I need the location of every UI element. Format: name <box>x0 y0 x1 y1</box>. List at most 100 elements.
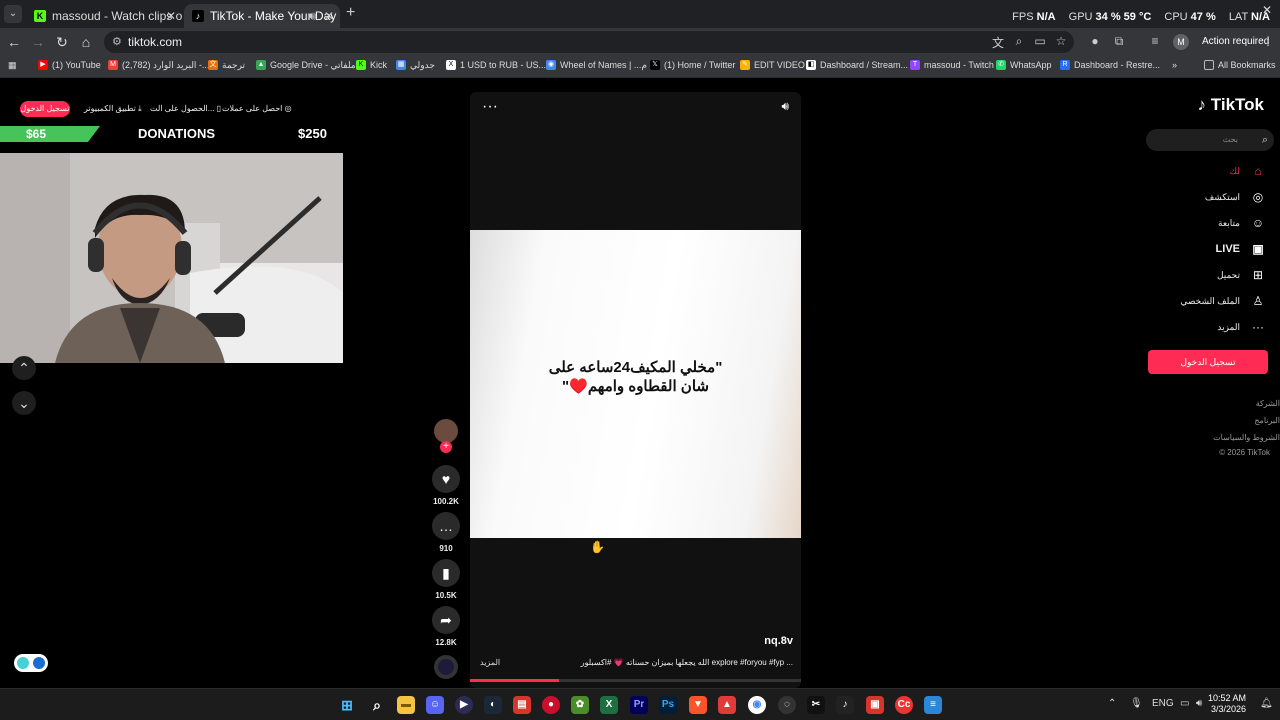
bookmark-item[interactable]: ✆ WhatsApp <box>996 60 1052 70</box>
creator-avatar[interactable] <box>434 419 458 443</box>
window-close-icon[interactable]: ✕ <box>1262 3 1272 17</box>
windows-start-icon[interactable]: ⊞ <box>338 696 356 714</box>
close-tab-icon[interactable]: ✕ <box>166 4 176 28</box>
scroll-down-button[interactable]: ⌄ <box>12 391 36 415</box>
video-player[interactable]: ··· 🔊︎ "مخلي المكيف24ساعه على شان القطاو… <box>470 92 801 688</box>
notifications-icon[interactable]: 🔔︎ <box>1260 698 1273 709</box>
apps-grid-icon[interactable]: ▦ <box>8 60 17 71</box>
profile-avatar[interactable]: M <box>1173 34 1189 50</box>
brave-icon[interactable]: ▼ <box>689 696 707 714</box>
media-icon[interactable]: ≡ <box>1147 34 1163 48</box>
nav-more[interactable]: المزيد ··· <box>1217 318 1266 336</box>
bookmark-item[interactable]: 文 ترجمة <box>208 60 245 71</box>
back-icon[interactable]: ← <box>6 34 22 50</box>
obs-icon[interactable]: ◌ <box>778 696 796 714</box>
comment-icon[interactable]: … <box>432 512 460 540</box>
home-icon[interactable]: ⌂ <box>78 34 94 50</box>
bookmark-item[interactable]: ◉ Wheel of Names | ...م <box>546 60 647 71</box>
more-bookmarks-icon[interactable]: » <box>1172 60 1177 70</box>
comment-action[interactable]: … 910 <box>432 512 460 553</box>
close-tab-icon[interactable]: ✕ <box>324 4 334 28</box>
follow-plus-icon[interactable]: + <box>440 441 452 453</box>
new-tab-button[interactable]: + <box>346 4 355 22</box>
like-action[interactable]: ♥ 100.2K <box>432 465 460 506</box>
signin-button[interactable]: تسجيل الدخول <box>1148 350 1268 374</box>
overlay-signin-button[interactable]: تسجيل الدخول <box>20 101 70 117</box>
nav-following[interactable]: متابعة ☺ <box>1218 214 1266 232</box>
puzzle-icon[interactable]: ⧉ <box>1111 34 1127 49</box>
overlay-desktop-app-link[interactable]: تطبيق الكمبيوتر ⤓ <box>84 104 142 114</box>
creative-cloud-icon[interactable]: Cc <box>895 696 913 714</box>
bookmark-item[interactable]: ◧ Dashboard / Stream... <box>806 60 908 70</box>
share-action[interactable]: ➦ 12.8K <box>432 606 460 647</box>
zoom-icon[interactable]: ⌕ <box>1011 34 1027 49</box>
all-bookmarks[interactable]: All Bookmarks <box>1204 60 1276 70</box>
bookmark-item[interactable]: ▲ Google Drive - ملفاتي <box>256 60 356 71</box>
file-explorer-icon[interactable]: ▬ <box>397 696 415 714</box>
bookmark-item[interactable]: K Kick <box>356 60 387 70</box>
nav-upload[interactable]: تحميل ⊞ <box>1217 266 1266 284</box>
bookmark-item[interactable]: 𝕏 (1) Home / Twitter <box>650 60 735 70</box>
extension-icon[interactable]: ● <box>1087 34 1103 48</box>
footer-terms-link[interactable]: الشروط والسياسات <box>1213 433 1280 442</box>
premiere-icon[interactable]: Pr <box>630 696 648 714</box>
cast-icon[interactable]: ▭ <box>1032 34 1048 48</box>
system-clock[interactable]: 10:52 AM 3/3/2026 <box>1208 693 1246 715</box>
overlay-toggle[interactable] <box>14 654 48 672</box>
app-icon[interactable]: ▣ <box>866 696 884 714</box>
overlay-get-app-link[interactable]: الحصول على الت... ▯ <box>150 104 221 113</box>
app-icon[interactable]: ● <box>542 696 560 714</box>
save-action[interactable]: ▮ 10.5K <box>432 559 460 600</box>
capcut-icon[interactable]: ✂ <box>807 696 825 714</box>
steam-icon[interactable]: ◐ <box>484 696 502 714</box>
photoshop-icon[interactable]: Ps <box>659 696 677 714</box>
tab-kick[interactable]: K massoud - Watch clips on Kick ✕ <box>26 4 182 28</box>
nav-live[interactable]: LIVE ▣ <box>1216 240 1266 258</box>
bookmark-item[interactable]: ✎ EDIT VIDEO <box>740 60 805 70</box>
scroll-up-button[interactable]: ⌃ <box>12 356 36 380</box>
discord-icon[interactable]: ☺ <box>426 696 444 714</box>
tab-tiktok[interactable]: ♪ TikTok - Make Your Day 🔊︎ ✕ <box>184 4 340 28</box>
speaker-icon[interactable]: 🔊︎ <box>308 4 316 28</box>
reload-icon[interactable]: ↻ <box>54 34 70 50</box>
bookmark-icon[interactable]: ▮ <box>432 559 460 587</box>
tiktok-logo[interactable]: ♪ TikTok <box>1198 95 1264 115</box>
more-options-icon[interactable]: ··· <box>482 98 498 116</box>
language-indicator[interactable]: ENG <box>1152 698 1174 709</box>
music-disc-icon[interactable] <box>434 655 458 679</box>
game-icon[interactable]: ✿ <box>571 696 589 714</box>
menu-kebab-icon[interactable]: ⋮ <box>1260 34 1276 48</box>
tray-chevron-icon[interactable]: ⌃ <box>1108 698 1116 709</box>
sound-icon[interactable]: 🔊︎ <box>781 99 789 114</box>
translate-icon[interactable]: 文 <box>990 34 1006 51</box>
address-bar[interactable]: ⚙ tiktok.com <box>104 31 1074 53</box>
network-icon[interactable]: ▭ <box>1180 698 1189 709</box>
search-icon[interactable]: ⌕ <box>1262 129 1268 151</box>
nav-profile[interactable]: الملف الشخصي ♙ <box>1180 292 1266 310</box>
forward-icon[interactable]: → <box>30 34 46 50</box>
bookmark-star-icon[interactable]: ☆ <box>1053 34 1069 48</box>
media-player-icon[interactable]: ▶ <box>455 696 473 714</box>
notepad-icon[interactable]: ≡ <box>924 696 942 714</box>
microphone-icon[interactable]: 🎙︎ <box>1130 698 1143 709</box>
footer-company-link[interactable]: الشركة <box>1256 399 1280 408</box>
bookmark-item[interactable]: ▶ (1) YouTube <box>38 60 101 70</box>
bookmark-item[interactable]: X 1 USD to RUB - US... <box>446 60 546 70</box>
bookmark-item[interactable]: ▦ جدولي <box>396 60 435 71</box>
site-info-icon[interactable]: ⚙ <box>112 31 122 53</box>
heart-icon[interactable]: ♥ <box>432 465 460 493</box>
bookmark-item[interactable]: M (2,782) البريد الوارد -... <box>108 60 209 71</box>
photos-icon[interactable]: ▲ <box>718 696 736 714</box>
nav-explore[interactable]: استكشف ◎ <box>1205 188 1266 206</box>
video-username[interactable]: nq.8v <box>764 635 793 647</box>
store-icon[interactable]: ▤ <box>513 696 531 714</box>
tiktok-app-icon[interactable]: ♪ <box>836 696 854 714</box>
tab-search-button[interactable]: ⌄ <box>4 5 22 23</box>
bookmark-item[interactable]: Tmassoud - Twitch <box>910 60 994 70</box>
nav-for-you[interactable]: لك ⌂ <box>1230 162 1266 180</box>
share-icon[interactable]: ➦ <box>432 606 460 634</box>
video-more-link[interactable]: المزيد <box>480 658 500 667</box>
overlay-coins-link[interactable]: احصل على عملات ◎ <box>222 104 292 113</box>
excel-icon[interactable]: X <box>600 696 618 714</box>
search-input[interactable]: بحث ⌕ <box>1146 129 1274 151</box>
